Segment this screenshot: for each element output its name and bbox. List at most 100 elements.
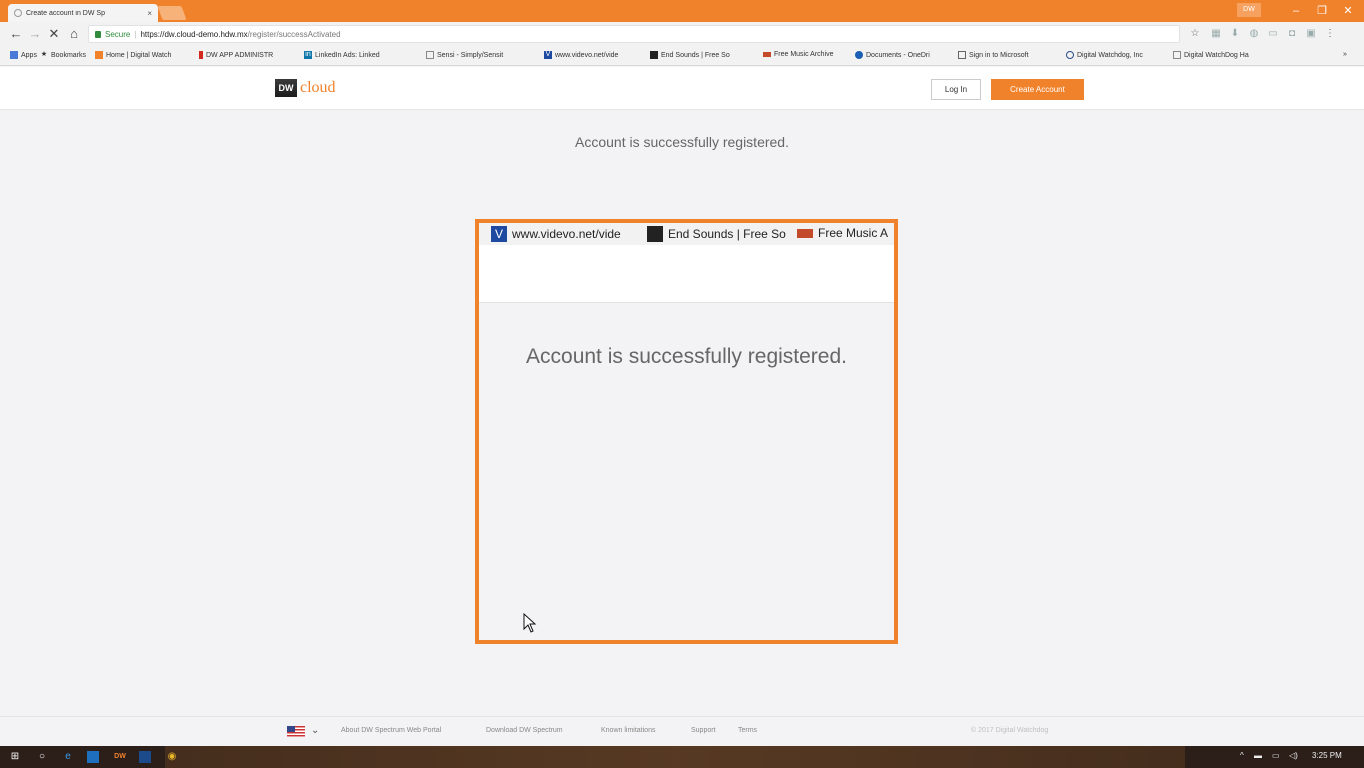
endsounds-icon: [647, 226, 663, 242]
vertical-ellipsis-icon[interactable]: ⋮: [1325, 29, 1335, 39]
onedrive-icon: [855, 51, 863, 59]
zoom-bookmark-label: End Sounds | Free So: [668, 227, 786, 241]
camera-extension-icon[interactable]: ◘: [1287, 29, 1297, 39]
extension-icon[interactable]: ▦: [1211, 29, 1221, 39]
tab-title: Create account in DW Sp: [26, 9, 105, 17]
bookmark-item[interactable]: in LinkedIn Ads: Linked: [304, 51, 380, 59]
bookmark-label: Bookmarks: [51, 51, 87, 59]
bookmark-star-icon[interactable]: ☆: [1190, 29, 1200, 39]
bookmarks-overflow-icon[interactable]: »: [1343, 51, 1347, 58]
bookmark-label: DW APP ADMINISTR: [206, 51, 274, 59]
app-icon[interactable]: [139, 751, 151, 763]
logo-badge: DW: [275, 79, 297, 97]
bookmark-label: End Sounds | Free So: [661, 51, 730, 59]
bookmark-item[interactable]: Home | Digital Watch: [95, 51, 171, 59]
create-account-button[interactable]: Create Account: [991, 79, 1084, 100]
zoom-success-message: Account is successfully registered.: [526, 345, 847, 368]
bookmark-label: Digital WatchDog Ha: [1184, 51, 1249, 59]
bookmark-label: Home | Digital Watch: [106, 51, 172, 59]
extension-icon[interactable]: ▣: [1306, 29, 1316, 39]
url-separator: |: [134, 29, 137, 39]
us-flag-icon[interactable]: [287, 726, 305, 737]
tab-close-icon[interactable]: ×: [147, 9, 152, 18]
bars-icon: [199, 51, 203, 59]
windows-start-icon[interactable]: ⊞: [8, 750, 22, 764]
bookmark-label: Sensi - Simply/Sensit: [437, 51, 504, 59]
zoom-bookmark-item: End Sounds | Free So: [647, 226, 786, 242]
tab-loading-icon: [14, 9, 22, 17]
bookmark-item[interactable]: Digital WatchDog Ha: [1173, 51, 1249, 59]
bookmark-item[interactable]: Apps: [10, 51, 37, 59]
windows-taskbar: ⊞ ○ e DW ◉ ^ ▬ ▭ ◁) 3:25 PM: [0, 746, 1364, 768]
site-footer: ⌄ About DW Spectrum Web Portal Download …: [0, 716, 1364, 746]
restore-button[interactable]: ❐: [1309, 2, 1335, 20]
zoom-callout: V www.videvo.net/vide End Sounds | Free …: [475, 219, 898, 644]
footer-link-terms[interactable]: Terms: [738, 727, 757, 734]
lock-icon: [95, 30, 101, 38]
bookmark-item[interactable]: End Sounds | Free So: [650, 51, 730, 59]
footer-link-support[interactable]: Support: [691, 727, 716, 734]
forward-arrow-icon[interactable]: →: [27, 26, 43, 42]
chevron-down-icon[interactable]: ⌄: [311, 725, 319, 736]
secure-label: Secure: [105, 29, 131, 39]
chrome-icon[interactable]: ◉: [165, 750, 179, 764]
footer-link-known-limitations[interactable]: Known limitations: [601, 727, 655, 734]
linkedin-icon: in: [304, 51, 312, 59]
tray-chevron-icon[interactable]: ^: [1240, 751, 1244, 760]
zoom-bookmark-item: V www.videvo.net/vide: [491, 226, 621, 242]
fma-icon: [763, 52, 771, 57]
mouse-cursor-icon: [523, 613, 537, 633]
profile-button[interactable]: DW: [1237, 3, 1261, 17]
taskbar-empty-area: [165, 746, 1185, 768]
extension-icon[interactable]: ▭: [1268, 29, 1278, 39]
footer-link-about[interactable]: About DW Spectrum Web Portal: [341, 727, 441, 734]
bookmark-item[interactable]: DW APP ADMINISTR: [199, 51, 273, 59]
footer-link-download[interactable]: Download DW Spectrum: [486, 727, 563, 734]
bookmark-label: Free Music Archive: [774, 51, 834, 58]
dw-icon: [95, 51, 103, 59]
extension-icon[interactable]: ◍: [1249, 29, 1259, 39]
bookmark-item[interactable]: ★ Bookmarks: [40, 51, 86, 59]
bookmark-item[interactable]: Digital Watchdog, Inc: [1066, 51, 1143, 59]
volume-icon[interactable]: ◁): [1289, 751, 1298, 760]
stop-loading-icon[interactable]: ✕: [46, 26, 62, 42]
bookmark-item[interactable]: Documents - OneDri: [855, 51, 930, 59]
star-icon: ★: [40, 51, 48, 58]
bookmark-item[interactable]: Free Music Archive: [763, 51, 834, 58]
bookmark-label: Documents - OneDri: [866, 51, 930, 59]
dw-cloud-logo[interactable]: DW cloud: [275, 79, 336, 97]
back-arrow-icon[interactable]: ←: [8, 26, 24, 42]
close-window-button[interactable]: ✕: [1335, 2, 1361, 20]
page-icon: [426, 51, 434, 59]
bookmark-label: Digital Watchdog, Inc: [1077, 51, 1143, 59]
zoom-bookmarks-bar: V www.videvo.net/vide End Sounds | Free …: [479, 223, 894, 245]
edge-icon[interactable]: e: [61, 750, 75, 764]
page-icon: [1173, 51, 1181, 59]
network-icon[interactable]: ▬: [1254, 751, 1262, 760]
logo-text: cloud: [300, 79, 336, 96]
browser-tab[interactable]: Create account in DW Sp ×: [8, 4, 158, 22]
minimize-button[interactable]: –: [1283, 2, 1309, 20]
clock-time[interactable]: 3:25 PM: [1312, 751, 1342, 760]
bookmark-item[interactable]: Sign in to Microsoft: [958, 51, 1029, 59]
site-header: DW cloud Log In Create Account: [0, 67, 1364, 110]
login-button[interactable]: Log In: [931, 79, 981, 100]
videvo-icon: V: [491, 226, 507, 242]
download-extension-icon[interactable]: ⬇: [1230, 29, 1240, 39]
dw-app-icon[interactable]: DW: [113, 750, 127, 764]
bookmark-item[interactable]: V www.videvo.net/vide: [544, 51, 618, 59]
app-icon[interactable]: [87, 751, 99, 763]
bookmark-item[interactable]: Sensi - Simply/Sensit: [426, 51, 503, 59]
bookmarks-bar: Apps ★ Bookmarks Home | Digital Watch DW…: [0, 47, 1364, 66]
bookmark-label: LinkedIn Ads: Linked: [315, 51, 380, 59]
search-icon[interactable]: ○: [35, 750, 49, 764]
new-tab-button[interactable]: [157, 6, 187, 20]
address-bar[interactable]: Secure | https://dw.cloud-demo.hdw.mx /r…: [88, 25, 1180, 43]
zoom-bookmark-item: Free Music A: [797, 226, 888, 240]
zoom-site-header: [479, 245, 894, 303]
bookmark-label: Sign in to Microsoft: [969, 51, 1029, 59]
microsoft-icon: [958, 51, 966, 59]
home-icon[interactable]: ⌂: [66, 26, 82, 42]
monitor-icon[interactable]: ▭: [1272, 751, 1280, 760]
bookmark-label: www.videvo.net/vide: [555, 51, 619, 59]
